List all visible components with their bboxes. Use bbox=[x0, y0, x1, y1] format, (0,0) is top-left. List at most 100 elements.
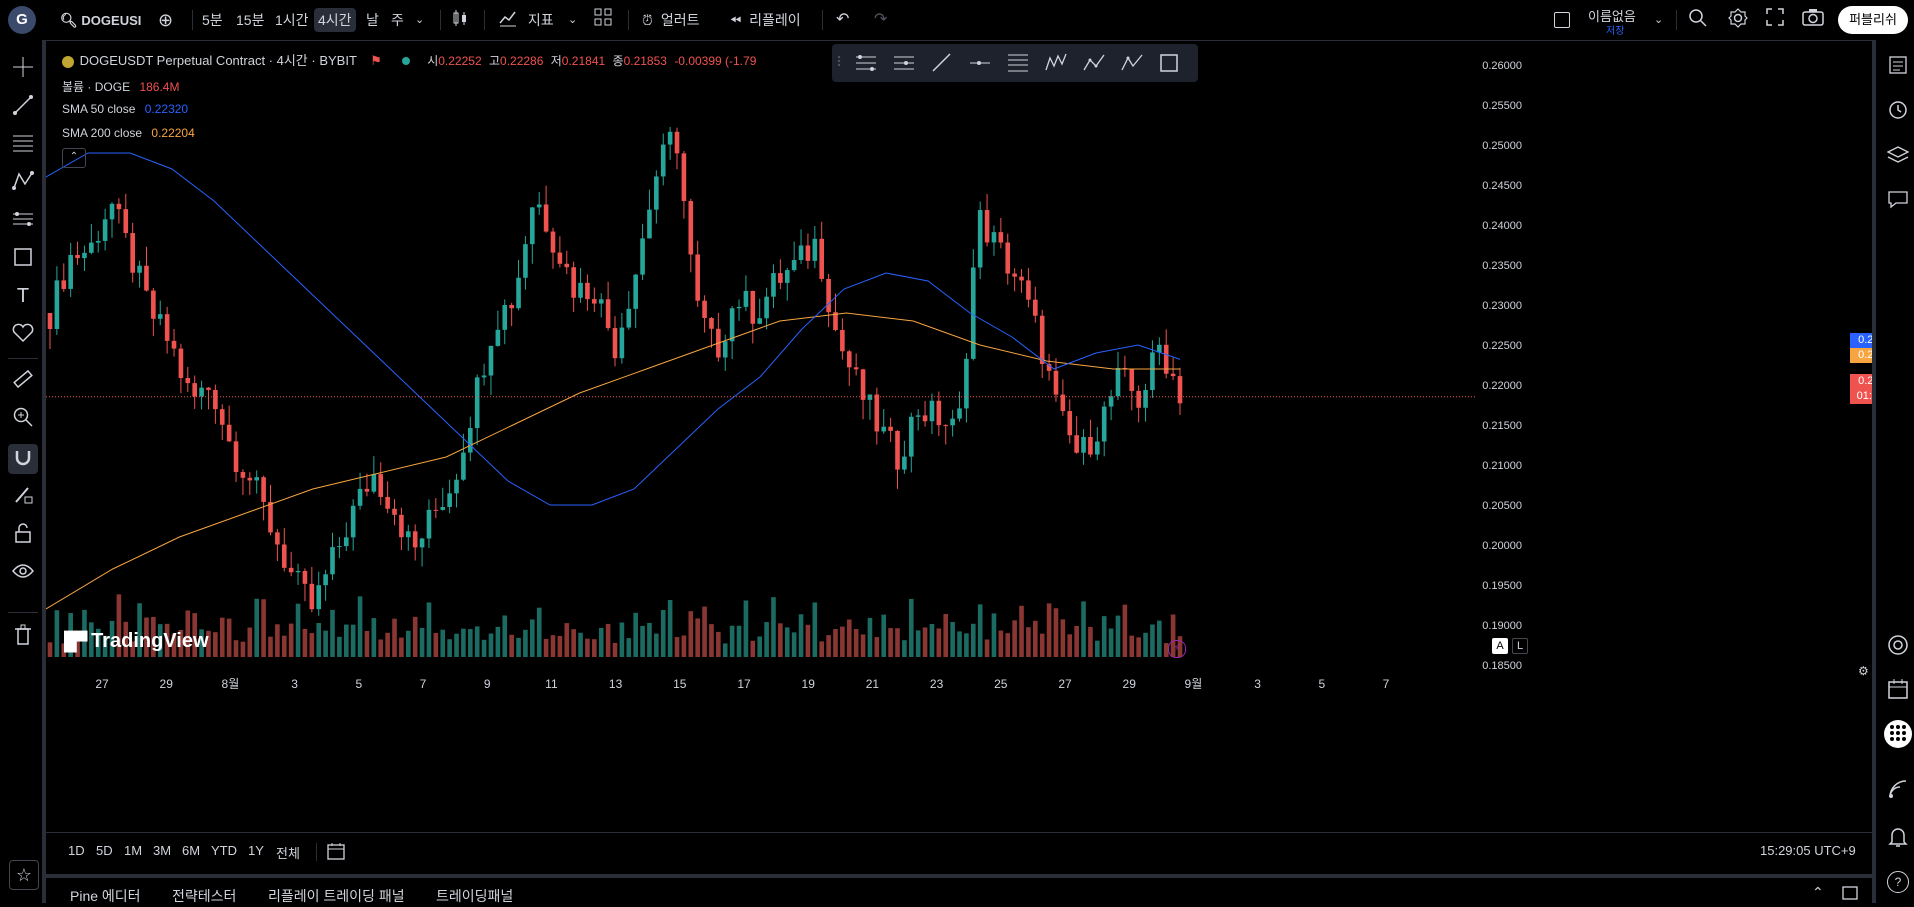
tab-trading-panel[interactable]: 트레이딩패널 bbox=[436, 886, 513, 906]
timeframe-week[interactable]: 주 bbox=[391, 8, 404, 32]
alert-button[interactable]: ⏰︎ 얼러트 bbox=[642, 8, 699, 32]
legend-collapse-button[interactable]: ⌃ bbox=[62, 148, 86, 168]
panel-collapse-button[interactable]: ⌃ bbox=[1812, 884, 1824, 901]
magnet-tool[interactable] bbox=[8, 444, 38, 474]
rectangle-select-icon[interactable] bbox=[1160, 54, 1178, 72]
drawing-mode-tool[interactable] bbox=[9, 482, 37, 510]
regression-channel-icon[interactable] bbox=[894, 56, 914, 70]
icon-tool[interactable] bbox=[9, 320, 37, 348]
panel-maximize-button[interactable] bbox=[1842, 886, 1858, 903]
ruler-tool[interactable] bbox=[9, 366, 37, 394]
y-tick-label: 0.23000 bbox=[1482, 300, 1522, 312]
tradingview-logo[interactable]: █▀ TradingView bbox=[64, 630, 209, 653]
elliott-wave-icon[interactable] bbox=[1045, 53, 1067, 71]
abcd-pattern-icon[interactable] bbox=[1083, 54, 1105, 71]
legend-symbol-title[interactable]: DOGEUSDT Perpetual Contract · 4시간 · BYBI… bbox=[80, 53, 357, 68]
pattern-tool[interactable] bbox=[9, 168, 37, 196]
doge-coin-icon bbox=[62, 55, 74, 68]
ohlc-low-value: 0.21841 bbox=[561, 54, 606, 68]
volume-bar bbox=[888, 628, 893, 657]
timeframe-dropdown[interactable]: ⌄ bbox=[415, 8, 424, 32]
redo-button[interactable]: ↷ bbox=[874, 8, 887, 32]
publish-button[interactable]: 퍼블리쉬 bbox=[1838, 6, 1908, 34]
log-scale-button[interactable]: L bbox=[1512, 638, 1528, 654]
hide-drawings-tool[interactable] bbox=[9, 558, 37, 586]
sma200-value: 0.22204 bbox=[151, 126, 195, 140]
legend-sma200-row[interactable]: SMA 200 close 0.22204 bbox=[62, 126, 195, 140]
timeframe-1h[interactable]: 1시간 bbox=[275, 8, 309, 32]
screenshot-button[interactable] bbox=[1802, 8, 1824, 32]
layout-checkbox[interactable] bbox=[1554, 12, 1570, 28]
favorites-button[interactable]: ☆ bbox=[9, 860, 39, 890]
stream-button[interactable] bbox=[1884, 776, 1912, 804]
indicators-dropdown[interactable]: ⌄ bbox=[568, 8, 577, 32]
price-chart[interactable]: 0.26000 0.25500 0.25000 0.24500 0.24000 0.235… bbox=[46, 40, 1872, 830]
candle-body bbox=[447, 493, 452, 507]
range-all[interactable]: 전체 bbox=[276, 843, 300, 862]
trend-line-icon[interactable] bbox=[932, 53, 951, 72]
fib-retracement-icon[interactable] bbox=[1008, 54, 1028, 72]
parallel-channel-icon[interactable] bbox=[856, 55, 876, 71]
tab-pine-editor[interactable]: Pine 에디터 bbox=[70, 886, 141, 906]
symbol-search[interactable]: 🔍︎ DOGEUSI bbox=[60, 8, 160, 32]
candle-body bbox=[371, 474, 377, 492]
chats-button[interactable] bbox=[1884, 186, 1912, 214]
shape-tool[interactable] bbox=[9, 244, 37, 272]
chart-settings-small-button[interactable]: ⚙ bbox=[1858, 664, 1869, 678]
indicators-button[interactable]: 지표 bbox=[498, 8, 554, 32]
alerts-panel-button[interactable] bbox=[1884, 96, 1912, 124]
xabcd-pattern-icon[interactable] bbox=[1121, 54, 1143, 71]
auto-scale-button[interactable]: A bbox=[1492, 638, 1508, 654]
forecast-tool[interactable] bbox=[9, 206, 37, 234]
fib-tool[interactable] bbox=[9, 130, 37, 158]
timeframe-4h[interactable]: 4시간 bbox=[314, 8, 356, 32]
layouts-button[interactable] bbox=[594, 8, 612, 32]
candle-body bbox=[957, 408, 962, 419]
zoom-tool[interactable] bbox=[9, 404, 37, 432]
drag-handle-icon[interactable]: ⠇ bbox=[836, 54, 846, 71]
undo-button[interactable]: ↶ bbox=[836, 8, 849, 32]
utc-clock[interactable]: 15:29:05 UTC+9 bbox=[1760, 843, 1856, 858]
horizontal-ray-icon[interactable] bbox=[970, 61, 990, 65]
notifications-button[interactable] bbox=[1884, 824, 1912, 852]
calendar-button[interactable] bbox=[1884, 676, 1912, 704]
range-ytd[interactable]: YTD bbox=[211, 843, 237, 858]
remove-drawings-tool[interactable] bbox=[9, 622, 37, 650]
timeframe-15m[interactable]: 15분 bbox=[236, 8, 264, 32]
compare-add-button[interactable]: ⊕ bbox=[158, 8, 173, 32]
text-tool[interactable]: T bbox=[9, 282, 37, 310]
tab-replay-trading-panel[interactable]: 리플레이 트레이딩 패널 bbox=[268, 886, 405, 906]
user-avatar[interactable]: G bbox=[8, 6, 36, 34]
range-3m[interactable]: 3M bbox=[153, 843, 171, 858]
quick-search-button[interactable] bbox=[1688, 8, 1708, 32]
apps-button[interactable] bbox=[1884, 720, 1912, 748]
replay-button[interactable]: ⏪︎ 리플레이 bbox=[730, 8, 801, 32]
object-tree-button[interactable] bbox=[1884, 142, 1912, 170]
help-button[interactable]: ? bbox=[1884, 868, 1912, 896]
tab-strategy-tester[interactable]: 전략테스터 bbox=[172, 886, 236, 906]
candle-body bbox=[895, 430, 900, 470]
lightning-button[interactable]: ⚡︎ bbox=[1168, 640, 1186, 658]
candle-body bbox=[61, 280, 67, 289]
candle-body bbox=[929, 400, 935, 422]
settings-button[interactable] bbox=[1728, 8, 1748, 32]
chart-type-button[interactable] bbox=[450, 8, 470, 32]
lock-drawings-tool[interactable] bbox=[9, 520, 37, 548]
legend-sma50-row[interactable]: SMA 50 close 0.22320 bbox=[62, 102, 188, 116]
range-1d[interactable]: 1D bbox=[68, 843, 85, 858]
range-1m[interactable]: 1M bbox=[124, 843, 142, 858]
legend-volume-row[interactable]: 볼륨 · DOGE 186.4M bbox=[62, 78, 179, 95]
layout-dropdown[interactable]: ⌄ bbox=[1654, 8, 1663, 32]
crosshair-tool[interactable] bbox=[9, 54, 37, 82]
watchlist-button[interactable] bbox=[1884, 52, 1912, 80]
range-5d[interactable]: 5D bbox=[96, 843, 113, 858]
chart-pane[interactable]: 0.26000 0.25500 0.25000 0.24500 0.24000 0.235… bbox=[46, 40, 1906, 830]
range-1y[interactable]: 1Y bbox=[248, 843, 264, 858]
timeframe-5m[interactable]: 5분 bbox=[202, 8, 223, 32]
target-button[interactable] bbox=[1884, 632, 1912, 660]
range-6m[interactable]: 6M bbox=[182, 843, 200, 858]
go-to-date-button[interactable] bbox=[326, 841, 346, 864]
fullscreen-button[interactable] bbox=[1766, 8, 1784, 32]
timeframe-day[interactable]: 날 bbox=[366, 8, 379, 32]
trendline-tool[interactable] bbox=[9, 92, 37, 120]
